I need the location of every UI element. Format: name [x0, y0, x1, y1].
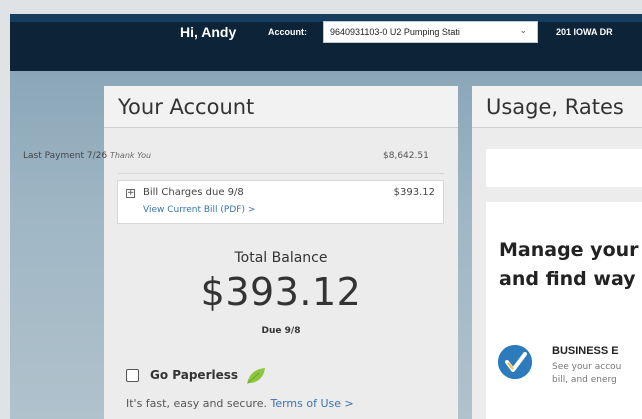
go-paperless-label[interactable]: Go Paperless [150, 368, 238, 382]
checkmark-badge-icon [498, 345, 532, 379]
view-current-bill-link[interactable]: View Current Bill (PDF) > [143, 205, 255, 215]
paperless-text: It's fast, easy and secure. [126, 397, 267, 410]
greeting: Hi, Andy [180, 24, 237, 40]
bill-charges-amount: $393.12 [393, 187, 435, 198]
manage-heading-line1: Manage your [499, 239, 639, 261]
total-balance-label: Total Balance [234, 250, 328, 266]
leaf-icon [245, 366, 267, 390]
go-paperless-checkbox[interactable] [126, 369, 139, 382]
page: Hi, Andy Account: 9640931103-0 U2 Pumpin… [0, 0, 642, 419]
bill-charges-box: + Bill Charges due 9/8 $393.12 View Curr… [117, 180, 444, 224]
last-payment-row: Last Payment 7/26 Thank You [23, 151, 151, 161]
terms-of-use-link[interactable]: Terms of Use > [270, 397, 353, 410]
business-energy-title[interactable]: BUSINESS E [552, 345, 619, 357]
usage-panel-top [486, 149, 642, 187]
your-account-title: Your Account [104, 86, 458, 128]
plus-box-icon[interactable]: + [126, 189, 135, 198]
business-desc-line1: See your accou [552, 362, 622, 372]
account-select[interactable]: 9640931103-0 U2 Pumping Stati ⌄ [323, 21, 538, 43]
manage-heading-line2: and find way [499, 268, 636, 290]
account-select-value: 9640931103-0 U2 Pumping Stati [330, 27, 460, 37]
account-label: Account: [268, 27, 307, 37]
business-energy-description: See your accou bill, and energ [552, 361, 621, 387]
last-payment-note: Thank You [109, 151, 152, 160]
business-desc-line2: bill, and energ [552, 375, 617, 385]
service-address[interactable]: 201 IOWA DR [556, 27, 613, 37]
divider [118, 173, 444, 174]
paperless-description: It's fast, easy and secure. Terms of Use… [126, 397, 354, 410]
usage-rates-title: Usage, Rates [472, 86, 642, 128]
manage-heading: Manage your and find way [499, 236, 639, 294]
last-payment-label: Last Payment 7/26 [23, 151, 108, 161]
last-payment-amount: $8,642.51 [383, 151, 429, 161]
due-date: Due 9/8 [261, 326, 301, 336]
bill-charges-label[interactable]: Bill Charges due 9/8 [143, 187, 244, 198]
total-balance-amount: $393.12 [200, 270, 362, 314]
chevron-down-icon: ⌄ [519, 25, 527, 35]
